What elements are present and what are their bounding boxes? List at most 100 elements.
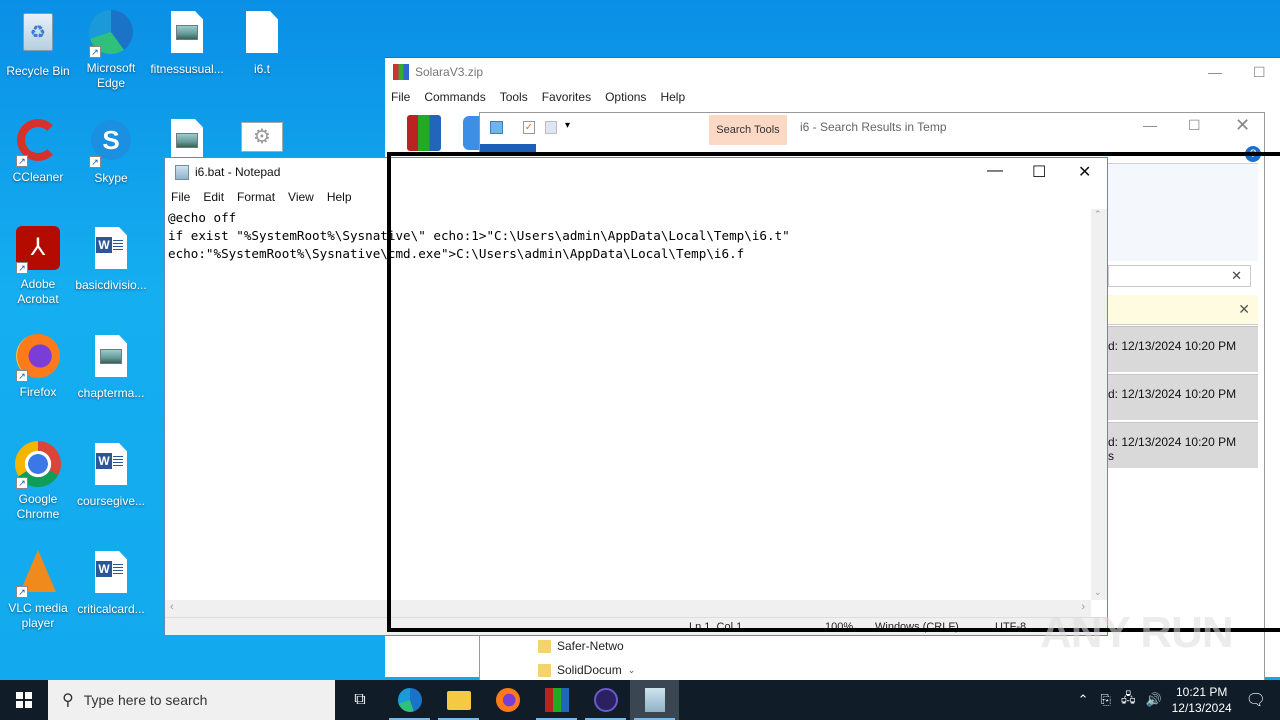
notepad-window[interactable]: i6.bat - Notepad — ☐ ✕ File Edit Format … <box>164 157 1108 636</box>
customize-toolbar-icon[interactable]: ▾ <box>565 120 570 131</box>
notepad-icon <box>644 688 665 712</box>
desktop-icon-label: fitnessusual... <box>150 62 224 76</box>
winrar-add-button[interactable] <box>407 115 441 151</box>
desktop-icon-adobe-acrobat[interactable]: ⅄ ↗ Adobe Acrobat <box>0 224 76 307</box>
maximize-icon[interactable]: ☐ <box>1032 162 1046 182</box>
encoding: UTF-8 <box>995 621 1027 633</box>
desktop-icon-label: Microsoft Edge <box>86 61 136 90</box>
edge-icon <box>397 688 422 712</box>
desktop-icon-label: chapterma... <box>77 386 145 400</box>
menu-format[interactable]: Format <box>237 190 275 204</box>
menu-file[interactable]: File <box>171 190 190 204</box>
desktop-icon-skype[interactable]: S ↗ Skype <box>73 116 149 186</box>
acrobat-icon: ⅄ ↗ <box>14 226 62 274</box>
scroll-up-icon[interactable]: ⌃ <box>1094 209 1102 220</box>
desktop-icon-firefox[interactable]: ↗ Firefox <box>0 332 76 400</box>
notepad-title-bar[interactable]: i6.bat - Notepad — ☐ ✕ <box>165 158 1107 186</box>
menu-view[interactable]: View <box>288 190 314 204</box>
menu-file[interactable]: File <box>391 90 410 104</box>
menu-help[interactable]: Help <box>327 190 352 204</box>
chevron-down-icon[interactable]: ⌄ <box>628 665 636 676</box>
close-icon[interactable]: ✕ <box>1078 162 1091 182</box>
desktop-icon-vlc[interactable]: ↗ VLC media player <box>0 548 76 631</box>
filter-input[interactable]: ✕ <box>1108 265 1251 287</box>
desktop-icon-label: VLC media player <box>8 601 68 630</box>
desktop-icon-chapterma[interactable]: chapterma... <box>73 332 149 401</box>
desktop-icon-label: Google Chrome <box>16 492 60 521</box>
menu-edit[interactable]: Edit <box>203 190 224 204</box>
explorer-title-bar[interactable]: ✓ ▾ Search Tools i6 - Search Results in … <box>480 113 1264 145</box>
menu-options[interactable]: Options <box>605 90 646 104</box>
notepad-text-editor[interactable]: @echo off if exist "%SystemRoot%\Sysnativ… <box>168 209 1091 600</box>
clock[interactable]: 10:21 PM 12/13/2024 <box>1172 684 1232 716</box>
task-view-button[interactable]: ⧉ <box>335 680 385 720</box>
close-info-bar-icon[interactable]: ✕ <box>1238 301 1250 318</box>
taskbar-notepad[interactable] <box>630 680 679 720</box>
meet-now-icon[interactable]: ⎘ <box>1101 692 1111 708</box>
desktop-icon-edge[interactable]: ↗ Microsoft Edge <box>73 8 149 91</box>
recycle-bin-icon: ♻ <box>14 13 62 61</box>
maximize-icon[interactable]: ☐ <box>1188 117 1201 134</box>
desktop-icon-recycle-bin[interactable]: ♻ Recycle Bin <box>0 8 76 79</box>
new-folder-icon[interactable] <box>545 121 557 134</box>
search-result-item[interactable]: d: 12/13/2024 10:20 PM <box>1108 326 1258 372</box>
desktop-icon-label: Recycle Bin <box>6 64 70 78</box>
clock-date: 12/13/2024 <box>1171 701 1232 715</box>
start-button[interactable] <box>0 680 48 720</box>
search-tools-tab[interactable]: Search Tools <box>709 115 787 145</box>
properties-icon[interactable]: ✓ <box>523 121 535 134</box>
taskbar-edge[interactable] <box>385 680 434 720</box>
clock-time: 10:21 PM <box>1175 685 1228 699</box>
notifications-icon[interactable]: 🗨 <box>1246 690 1266 710</box>
close-icon[interactable]: ✕ <box>1235 115 1250 136</box>
desktop-icon-chrome[interactable]: ↗ Google Chrome <box>0 440 76 522</box>
winrar-icon <box>393 64 409 80</box>
firefox-icon: ↗ <box>14 334 62 382</box>
clear-filter-icon[interactable]: ✕ <box>1231 268 1242 284</box>
menu-favorites[interactable]: Favorites <box>542 90 591 104</box>
taskbar-search-box[interactable]: ⚲ Type here to search <box>48 680 335 720</box>
desktop-icon-label: coursegive... <box>76 494 146 508</box>
winrar-title: SolaraV3.zip <box>415 65 484 79</box>
desktop-icon-label: i6.t <box>253 62 270 76</box>
taskbar-app-solara[interactable] <box>581 680 630 720</box>
desktop-icon-fitnessusual[interactable]: fitnessusual... <box>149 8 225 77</box>
network-icon[interactable]: 🖧 <box>1121 689 1136 711</box>
vertical-scrollbar[interactable]: ⌃ ⌄ <box>1091 209 1107 600</box>
menu-help[interactable]: Help <box>660 90 685 104</box>
winrar-icon <box>544 688 569 712</box>
desktop-icon-criticalcard[interactable]: W criticalcard... <box>73 548 149 617</box>
desktop-icon-i6t[interactable]: i6.t <box>224 8 300 77</box>
search-result-item[interactable]: d: 12/13/2024 10:20 PM <box>1108 374 1258 420</box>
taskbar-firefox[interactable] <box>483 680 532 720</box>
menu-commands[interactable]: Commands <box>424 90 485 104</box>
nav-folder-safer-network[interactable]: Safer-Netwo <box>538 639 624 653</box>
windows-logo-icon <box>16 692 32 708</box>
winrar-title-bar[interactable]: SolaraV3.zip <box>385 58 1280 86</box>
taskbar-file-explorer[interactable] <box>434 680 483 720</box>
ribbon-tab-file[interactable] <box>480 144 536 156</box>
minimize-icon[interactable]: — <box>987 162 1003 180</box>
horizontal-scrollbar[interactable]: ‹ › <box>165 600 1091 617</box>
desktop-icon-label: CCleaner <box>12 170 64 184</box>
winrar-extract-button[interactable] <box>463 116 479 150</box>
volume-icon[interactable]: 🔊 <box>1145 692 1161 708</box>
help-icon[interactable]: ? <box>1245 146 1261 162</box>
folder-icon <box>538 639 551 653</box>
quick-access-icon[interactable] <box>490 121 503 134</box>
desktop-icon-coursegive[interactable]: W coursegive... <box>73 440 149 509</box>
maximize-icon[interactable]: ☐ <box>1253 64 1266 81</box>
minimize-icon[interactable]: — <box>1143 117 1157 133</box>
scroll-down-icon[interactable]: ⌄ <box>1094 587 1102 598</box>
minimize-icon[interactable]: — <box>1208 64 1222 80</box>
word-file-icon: W <box>87 551 135 599</box>
menu-tools[interactable]: Tools <box>500 90 528 104</box>
taskbar-winrar[interactable] <box>532 680 581 720</box>
firefox-icon <box>495 688 520 712</box>
desktop-icon-basicdivisio[interactable]: W basicdivisio... <box>73 224 149 293</box>
chevron-up-icon[interactable]: ⌃ <box>1078 692 1089 708</box>
scroll-left-icon[interactable]: ‹ <box>170 601 174 613</box>
search-result-item[interactable]: d: 12/13/2024 10:20 PM s <box>1108 422 1258 468</box>
nav-folder-soliddocuments[interactable]: SolidDocum ⌄ <box>538 663 635 677</box>
desktop-icon-ccleaner[interactable]: ↗ CCleaner <box>0 116 76 185</box>
